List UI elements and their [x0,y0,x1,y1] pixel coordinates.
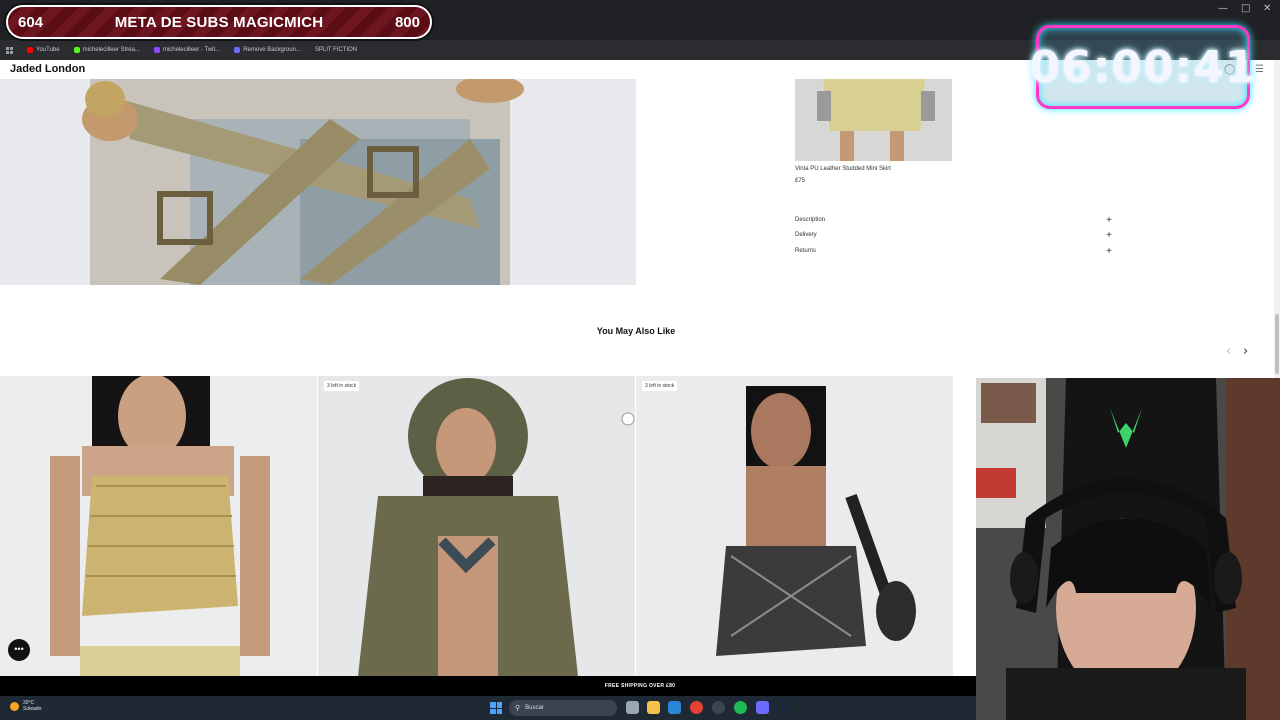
steam-icon[interactable] [778,701,791,714]
brand-logo[interactable]: Jaded London [10,63,85,75]
product-card[interactable]: 3 left in stock [636,376,954,676]
bookmark-label: michelecilleer Strea... [82,47,140,53]
timer-value: 06:00:41 [1029,41,1257,93]
bookmark-label: YouTube [36,47,60,53]
apps-icon[interactable] [6,46,13,54]
accordion-label: Description [795,217,826,223]
chrome-icon[interactable] [690,701,703,714]
maximize-icon[interactable]: □ [1241,3,1250,14]
related-product-thumbnail[interactable] [795,79,952,161]
bookmark-split-fiction[interactable]: SPLIT FICTION [315,47,357,53]
section-title: You May Also Like [596,326,676,336]
bookmark-label: SPLIT FICTION [314,47,358,53]
bookmark-kick[interactable]: michelecilleer Strea... [73,47,140,53]
bookmark-youtube[interactable]: YouTube [27,47,60,53]
product-image [0,79,636,285]
related-product-name[interactable]: Vinta PU Leather Studded Mini Skirt [795,166,891,172]
scrollbar-thumb[interactable] [1275,314,1279,374]
sub-goal-current: 604 [18,13,44,31]
weather-text: Soleado [23,706,42,712]
search-icon: ⚲ [515,705,521,712]
minimize-icon[interactable]: — [1218,3,1228,14]
accordion-delivery[interactable]: Delivery + [795,230,1115,244]
accordion-description[interactable]: Description + [795,215,1115,229]
weather-widget[interactable]: 30°C Soleado [10,700,41,712]
accordion-label: Delivery [795,232,817,238]
plus-icon[interactable]: + [1106,230,1112,241]
twitch-icon [153,47,160,53]
bookmark-twitch[interactable]: michelecilleer - Twit... [153,47,221,53]
bookmark-label: Remove Backgroun... [243,47,301,53]
sub-goal-target: 800 [394,13,420,31]
plus-icon[interactable]: + [1106,215,1112,226]
accordion-returns[interactable]: Returns + [795,246,1115,260]
sub-goal-bar: 604 META DE SUBS MAGICMICH 800 [6,5,432,39]
discord-icon[interactable] [756,701,769,714]
sub-goal-title: META DE SUBS MAGICMICH [114,13,324,31]
screen: { "overlay": { "sub_goal": { "current": … [0,0,1280,720]
bookmark-remove-bg[interactable]: Remove Backgroun... [234,47,301,53]
plus-icon[interactable]: + [1106,246,1112,257]
related-product-price: £75 [795,178,806,184]
webcam-feed [976,378,1280,720]
carousel-prev-icon[interactable]: ‹ [1226,344,1231,359]
kick-icon [73,47,80,53]
spotify-icon[interactable] [734,701,747,714]
task-view-icon[interactable] [626,701,639,714]
file-explorer-icon[interactable] [647,701,660,714]
accordion-label: Returns [795,248,817,254]
carousel-next-icon[interactable]: › [1243,344,1248,359]
product-card[interactable] [0,376,318,676]
stock-badge: 3 left in stock [324,381,360,391]
search-placeholder: Buscar [525,705,544,711]
page-scrollbar[interactable] [1274,60,1280,380]
stream-timer: 06:00:41 [1030,25,1255,109]
close-icon[interactable]: ✕ [1263,3,1271,14]
windows-start-icon[interactable] [490,702,502,714]
obs-icon[interactable] [712,701,725,714]
stock-badge: 3 left in stock [642,381,678,391]
sun-icon [10,701,19,711]
taskbar-search[interactable]: ⚲ Buscar [509,700,617,716]
chat-icon[interactable]: ••• [8,639,30,661]
edge-icon[interactable] [668,701,681,714]
product-card[interactable]: 3 left in stock [318,376,636,676]
bookmark-label: michelecilleer - Twit... [162,47,221,53]
removebg-icon [234,47,241,53]
youtube-icon [27,47,33,53]
